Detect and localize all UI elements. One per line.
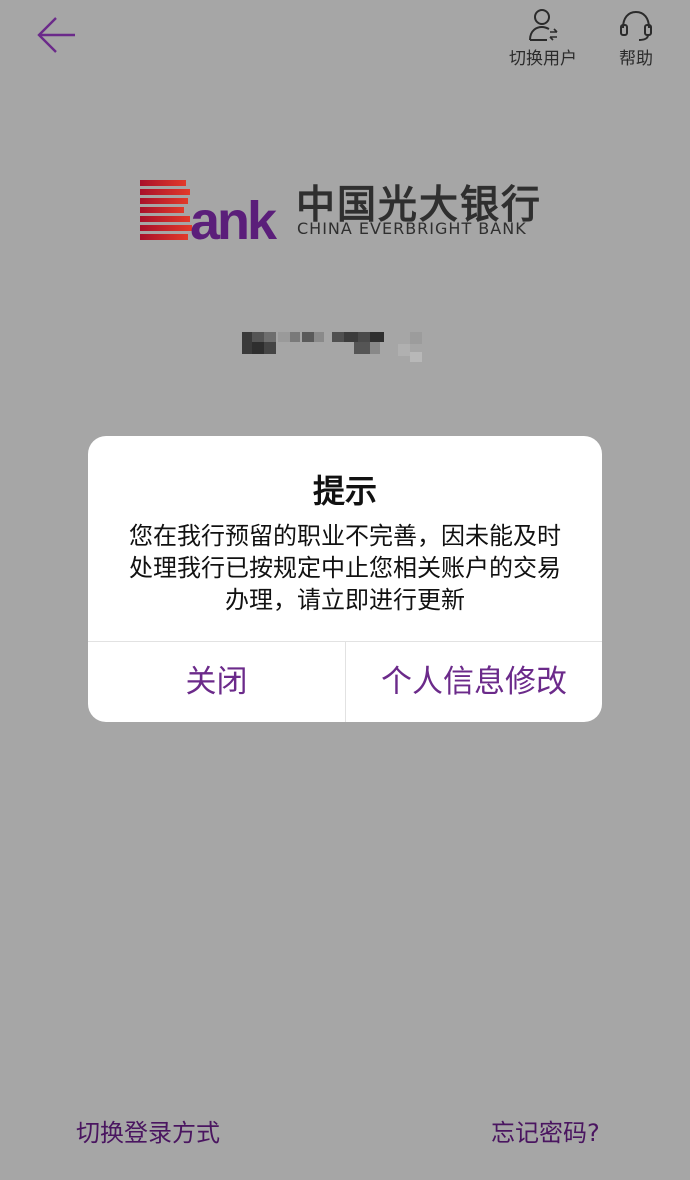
dialog-message-line: 您在我行预留的职业不完善，因未能及时 [129,522,561,550]
back-arrow-icon [37,17,75,53]
user-switch-icon [529,9,558,41]
switch-login-method-link[interactable]: 切换登录方式 [76,1113,220,1148]
bank-name-english: CHINA EVERBRIGHT BANK [297,219,527,238]
forgot-password-link[interactable]: 忘记密码? [491,1113,600,1148]
close-button[interactable]: 关闭 [88,642,345,722]
help-button[interactable]: 帮助 [610,8,662,69]
dialog-title: 提示 [312,472,377,510]
bank-logo-mark: ank [140,180,281,242]
switch-user-label: 切换用户 [509,49,577,69]
dialog-message-line: 处理我行已按规定中止您相关账户的交易 [129,554,561,582]
dialog-message-line: 办理，请立即进行更新 [225,586,465,614]
switch-user-button[interactable]: 切换用户 [503,8,583,69]
masked-username [242,332,422,362]
help-label: 帮助 [619,49,653,69]
bank-logo: ank 中国光大银行 CHINA EVERBRIGHT BANK [140,174,560,242]
alert-dialog: 提示 您在我行预留的职业不完善，因未能及时 处理我行已按规定中止您相关账户的交易… [88,436,602,722]
edit-personal-info-button[interactable]: 个人信息修改 [346,642,602,722]
svg-text:ank: ank [190,191,278,242]
dialog-message: 您在我行预留的职业不完善，因未能及时 处理我行已按规定中止您相关账户的交易 办理… [108,520,582,616]
headset-icon [620,10,652,41]
back-button[interactable] [34,14,80,60]
